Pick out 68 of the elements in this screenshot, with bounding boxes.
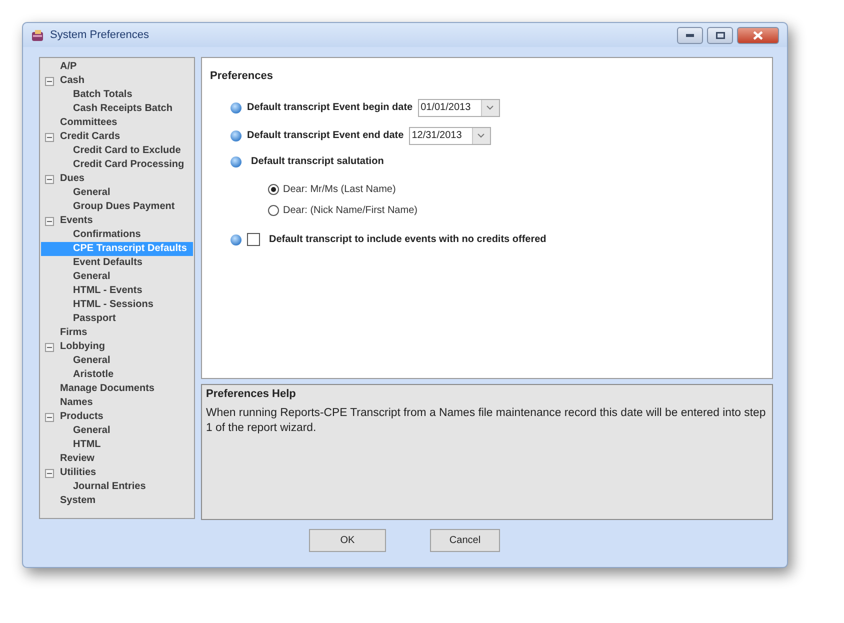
tree-item[interactable]: Products <box>60 410 104 424</box>
caret-icon <box>486 105 494 110</box>
minimize-icon <box>686 34 694 36</box>
help-icon[interactable] <box>230 156 242 168</box>
tree-item[interactable]: Events <box>60 214 93 228</box>
tree-item[interactable]: Firms <box>60 326 88 340</box>
date-dropdown[interactable]: 12/31/2013 <box>408 126 491 144</box>
tree-item[interactable]: Cash Receipts Batch <box>73 102 172 116</box>
setting-label: Default transcript salutation <box>251 155 384 169</box>
tree-item[interactable]: Passport <box>73 312 116 326</box>
maximize-button[interactable] <box>707 26 733 44</box>
tree-item[interactable]: General <box>73 354 110 368</box>
minimize-button[interactable] <box>677 26 703 44</box>
ok-button[interactable]: OK <box>309 529 386 552</box>
option-label: Dear: Mr/Ms (Last Name) <box>283 182 396 196</box>
tree-item[interactable]: Batch Totals <box>73 88 132 102</box>
collapse-icon[interactable] <box>45 76 54 86</box>
help-icon[interactable] <box>230 102 242 114</box>
collapse-icon[interactable] <box>45 216 54 226</box>
help-title: Preferences Help <box>206 387 297 402</box>
option-label: Dear: (Nick Name/First Name) <box>283 204 418 218</box>
tree-item[interactable]: Dues <box>60 172 84 186</box>
maximize-icon <box>716 32 724 38</box>
setting-label: Default transcript Event begin date <box>247 101 413 115</box>
tree-item[interactable]: Manage Documents <box>60 382 154 396</box>
section-title: Preferences <box>210 69 274 84</box>
setting-label: Default transcript to include events with no credits offered <box>269 233 546 247</box>
close-icon <box>753 30 763 40</box>
tree-item[interactable]: Credit Cards <box>60 130 120 144</box>
collapse-icon[interactable] <box>45 412 54 422</box>
collapse-icon[interactable] <box>45 468 54 478</box>
window-title: System Preferences <box>50 28 150 43</box>
help-icon[interactable] <box>230 130 242 142</box>
collapse-icon[interactable] <box>45 342 54 352</box>
tree-item[interactable]: Review <box>60 452 94 466</box>
tree-item[interactable]: Journal Entries <box>73 480 146 494</box>
tree-item[interactable]: Utilities <box>60 466 96 480</box>
caret-icon <box>477 133 486 138</box>
tree-item[interactable]: Aristotle <box>73 368 114 382</box>
tree-item[interactable]: General <box>73 270 110 284</box>
collapse-icon[interactable] <box>45 174 54 184</box>
collapse-icon[interactable] <box>45 132 54 142</box>
tree-item[interactable]: Cash <box>60 74 84 88</box>
tree-item[interactable]: Credit Card to Exclude <box>73 144 181 158</box>
tree-item[interactable]: Event Defaults <box>73 256 142 270</box>
tree-item[interactable]: Credit Card Processing <box>73 158 184 172</box>
close-button[interactable] <box>737 26 779 44</box>
setting-label: Default transcript Event end date <box>247 129 404 143</box>
cancel-button[interactable]: Cancel <box>430 529 500 552</box>
tree-item[interactable]: HTML - Events <box>73 284 142 298</box>
tree-item[interactable]: Group Dues Payment <box>73 200 175 214</box>
tree-item[interactable]: Confirmations <box>73 228 141 242</box>
radio-button[interactable] <box>268 184 279 194</box>
radio-button[interactable] <box>268 204 279 216</box>
help-text: When running Reports-CPE Transcript from a Names file maintenance record this date will be entered into step 1 of the report wizard. <box>206 406 767 436</box>
tree-item[interactable]: General <box>73 186 110 200</box>
tree-item[interactable]: Committees <box>60 116 118 130</box>
checkbox[interactable] <box>247 233 260 246</box>
date-dropdown[interactable]: 01/01/2013 <box>418 98 500 116</box>
help-icon[interactable] <box>230 234 242 246</box>
tree-item[interactable]: HTML <box>73 438 101 452</box>
tree-item[interactable]: HTML - Sessions <box>73 298 154 312</box>
tree-item[interactable]: General <box>73 424 110 438</box>
tree-item[interactable]: Names <box>60 396 93 410</box>
tree-item[interactable]: Lobbying <box>60 340 105 354</box>
app-icon <box>31 28 45 42</box>
tree-item[interactable]: A/P <box>60 60 77 74</box>
tree-item[interactable]: System <box>60 494 96 508</box>
